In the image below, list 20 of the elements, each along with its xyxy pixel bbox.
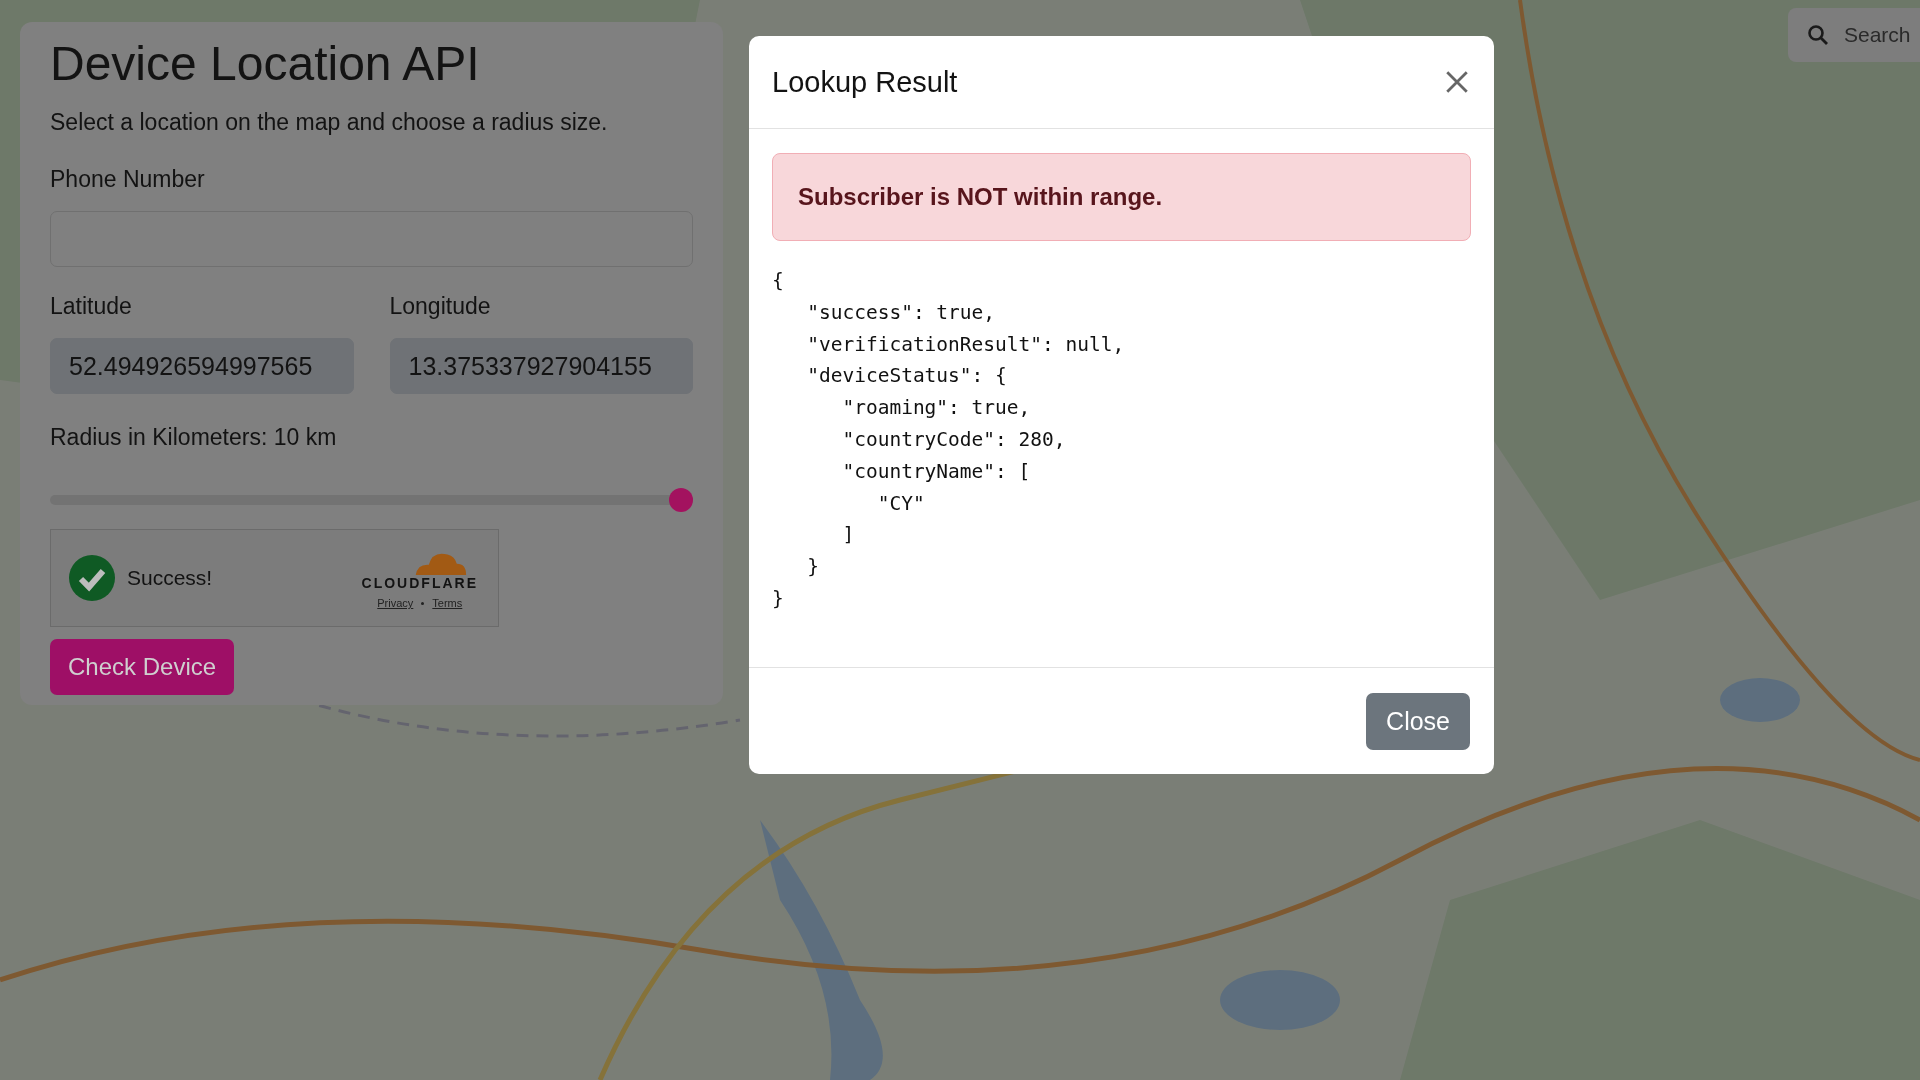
latitude-input[interactable]: 52.494926594997565: [50, 338, 354, 394]
footer-link[interactable]: Terms: [432, 597, 463, 609]
alert-message: Subscriber is NOT within range.: [772, 153, 1471, 241]
field-label: Latitude: [50, 293, 133, 320]
dialog-title: Lookup Result: [772, 65, 958, 99]
brand-name: CLOUDFLARE: [361, 575, 478, 591]
check-device-button[interactable]: Check Device: [50, 639, 235, 695]
page-title: Device Location API: [50, 36, 481, 91]
page-subtitle: Select a location on the map and choose a radius size.: [50, 109, 609, 136]
json-response: { "success": true, "verificationResult": null, "deviceStatus": { "roaming": true, "countryCode": 280, "countryName": [ "CY" ] } }: [772, 268, 1126, 612]
field-label: Phone Number: [50, 166, 206, 193]
close-button[interactable]: Close: [1366, 692, 1470, 750]
search-icon: [1806, 23, 1830, 47]
footer-link[interactable]: Privacy: [377, 597, 414, 609]
radius-slider[interactable]: [50, 487, 693, 513]
slider-thumb[interactable]: [669, 488, 693, 512]
longitude-input[interactable]: 13.375337927904155: [389, 338, 693, 394]
field-label: Longitude: [389, 293, 492, 320]
radius-label: Radius in Kilometers: 10 km: [50, 424, 338, 451]
captcha-status: Success!: [127, 566, 214, 590]
